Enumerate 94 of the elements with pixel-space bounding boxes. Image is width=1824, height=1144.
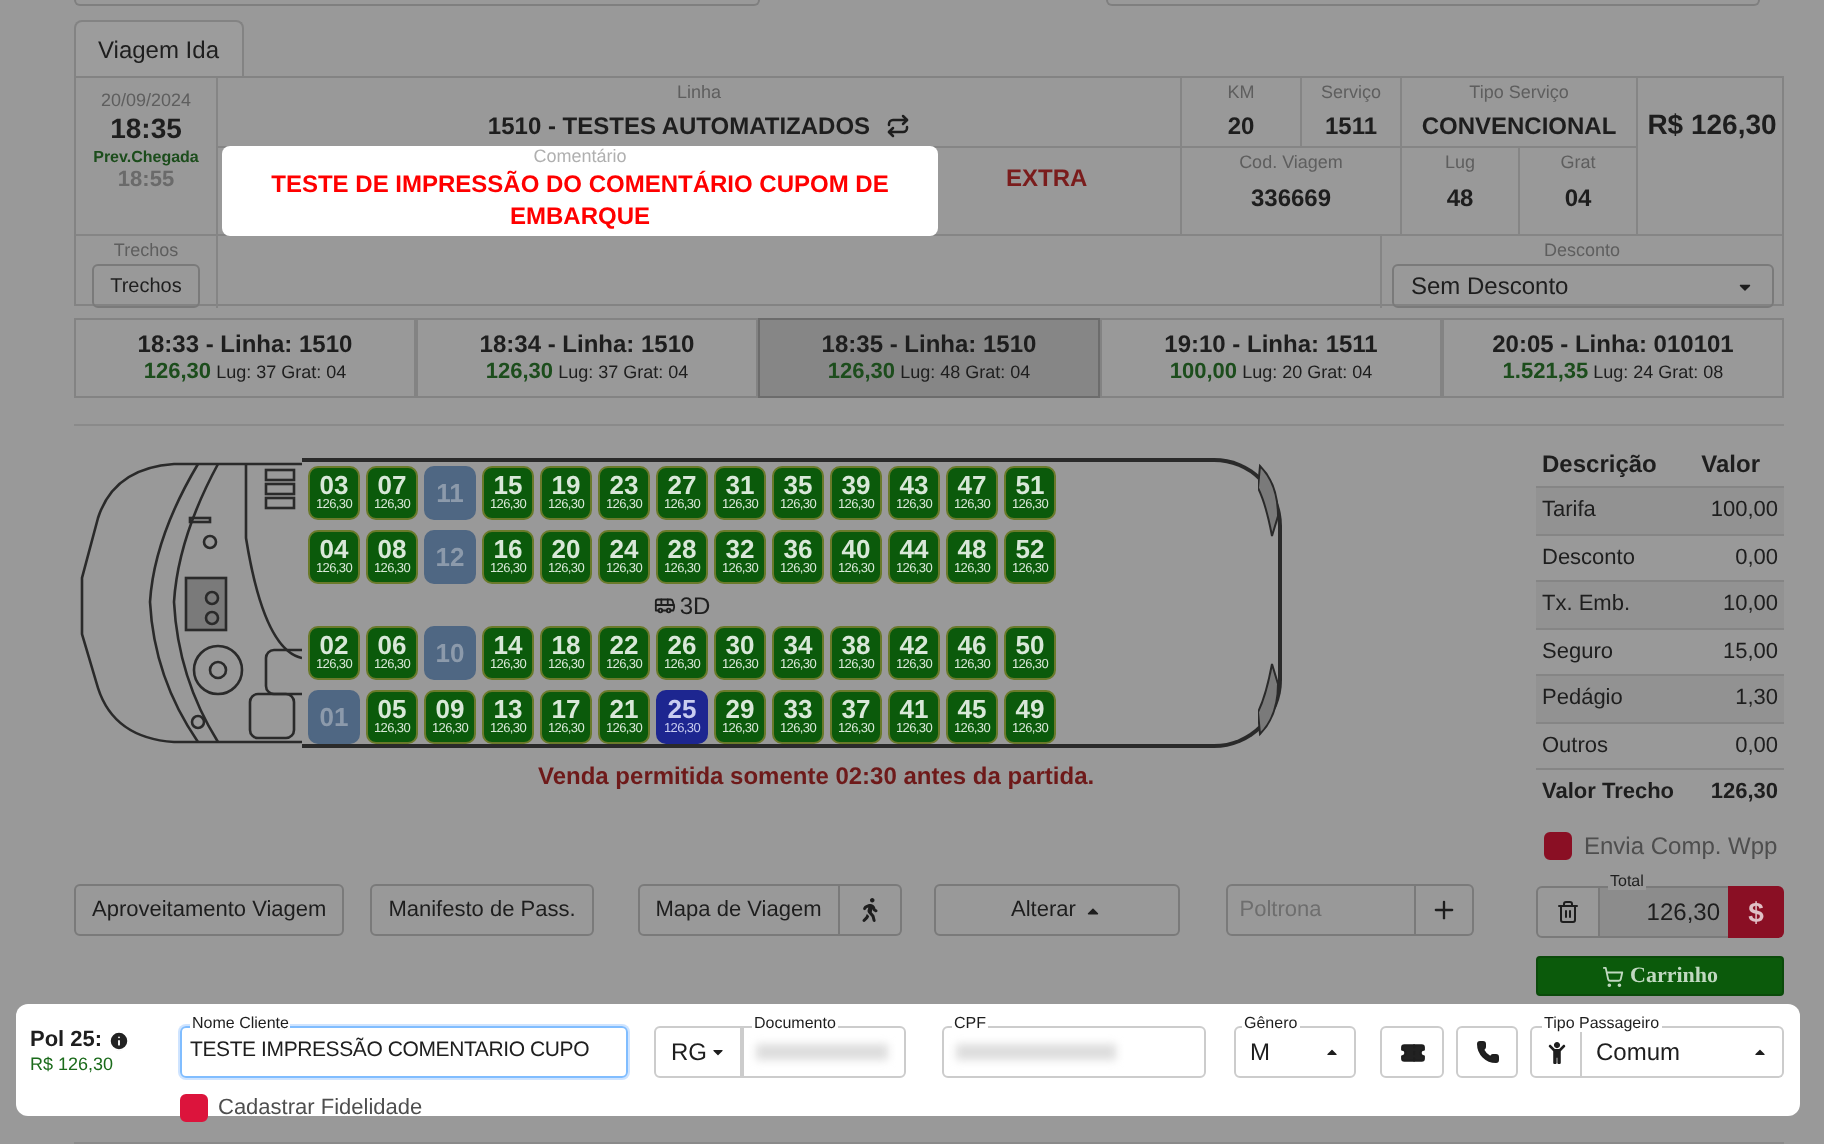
walking-person-icon: [857, 898, 882, 922]
name-field[interactable]: TESTE IMPRESSÃO COMENTARIO CUPO: [180, 1026, 628, 1078]
sale-notice: Venda permitida somente 02:30 antes da partida.: [538, 760, 1097, 794]
table-cell-text: 0,00: [1735, 731, 1780, 761]
gender-value: M: [1250, 1036, 1270, 1070]
delete-button[interactable]: [1536, 886, 1600, 938]
trip-code: 336669: [1250, 182, 1332, 216]
trip-price: R$ 126,30: [1647, 106, 1777, 144]
table-cell-text: 0,00: [1735, 543, 1780, 573]
column-header: Descrição: [1540, 448, 1659, 482]
arrival-label: Prev.Chegada: [93, 147, 199, 168]
field-label: Linha: [676, 84, 722, 102]
field-label: Grat: [1560, 154, 1596, 172]
caret-icon: [709, 1044, 725, 1060]
blurred-text: [756, 1044, 888, 1060]
checkbox-label: Cadastrar Fidelidade: [218, 1094, 423, 1124]
field-label: Documento: [752, 1016, 838, 1032]
service-type: CONVENCIONAL: [1421, 110, 1617, 144]
cart-button[interactable]: Carrinho: [1536, 956, 1784, 996]
table-cell-text: Tx. Emb.: [1540, 590, 1633, 620]
action-button[interactable]: Aproveitamento Viagem: [74, 884, 345, 936]
plus-icon: [1429, 896, 1458, 924]
phone-icon: [1475, 1040, 1499, 1064]
table-cell-text: Valor Trecho: [1540, 778, 1677, 809]
discount-select[interactable]: Sem Desconto: [1391, 264, 1773, 308]
comment-text: TESTE DE IMPRESSÃO DO COMENTÁRIO CUPOM DE EMBARQUE: [269, 168, 891, 232]
schedule-card[interactable]: 18:33 - Linha: 1510 126,30 Lug: 37 Grat: 04: [74, 318, 416, 398]
trechos-button[interactable]: Trechos: [92, 264, 200, 308]
child-icon: [1545, 1041, 1567, 1063]
add-button[interactable]: [1415, 884, 1474, 936]
trip-date: 20/09/2024: [100, 90, 192, 113]
ticket-icon-button[interactable]: [1380, 1026, 1444, 1078]
pay-button[interactable]: $: [1728, 886, 1784, 938]
schedule-card[interactable]: 19:10 - Linha: 1511 100,00 Lug: 20 Grat: 04: [1100, 318, 1442, 398]
table-cell-text: Desconto: [1540, 543, 1637, 573]
document-type-select[interactable]: RG: [654, 1026, 742, 1078]
field-label: Nome Cliente: [190, 1016, 291, 1032]
total-value: 126,30: [1646, 896, 1720, 930]
bus-icon: [653, 594, 676, 616]
seats-value: 48: [1446, 182, 1474, 216]
departure-time: 18:35: [110, 112, 182, 148]
deck-label: 3D: [679, 593, 711, 617]
km-value: 20: [1227, 110, 1255, 144]
checkbox-label: Envia Comp. Wpp: [1584, 830, 1778, 864]
field-label: KM: [1227, 84, 1255, 102]
column-header: Valor: [1701, 448, 1762, 482]
field-label: Cod. Viagem: [1239, 154, 1343, 172]
table-cell-text: 15,00: [1722, 637, 1780, 667]
caret-icon: [1752, 1044, 1768, 1060]
service-value: 1511: [1324, 110, 1378, 144]
tab[interactable]: Viagem Ida: [74, 20, 243, 76]
field-label: Gênero: [1242, 1016, 1300, 1032]
field-label: Tipo Passageiro: [1542, 1016, 1662, 1032]
line-name: 1510 - TESTES AUTOMATIZADOS: [487, 110, 871, 144]
swap-icon[interactable]: [886, 114, 911, 138]
field-label: Serviço: [1320, 84, 1381, 102]
checkbox[interactable]: [1544, 832, 1572, 860]
walker-icon-button[interactable]: [839, 884, 902, 936]
field-label: Trechos: [113, 242, 179, 260]
field-label: Total: [1608, 874, 1646, 890]
field-label: Lug: [1444, 154, 1476, 172]
schedule-card[interactable]: 18:34 - Linha: 1510 126,30 Lug: 37 Grat: 04: [416, 318, 758, 398]
action-button[interactable]: Manifesto de Pass.: [370, 884, 594, 936]
seat-price: R$ 126,30: [30, 1054, 116, 1077]
table-cell-text: Seguro: [1540, 637, 1615, 667]
phone-icon-button[interactable]: [1456, 1026, 1518, 1078]
travel-map-button[interactable]: Mapa de Viagem: [637, 884, 840, 936]
seat-number: Pol 25:: [30, 1027, 103, 1055]
table-cell-text: 10,00: [1722, 590, 1780, 620]
cpf-field[interactable]: [942, 1026, 1206, 1078]
table-cell-text: Pedágio: [1540, 684, 1625, 714]
checkbox[interactable]: [180, 1094, 208, 1123]
field-label: Tipo Serviço: [1469, 84, 1569, 102]
table-cell-text: 1,30: [1735, 684, 1780, 714]
trash-icon: [1556, 900, 1580, 924]
alterar-button[interactable]: Alterar: [933, 884, 1180, 936]
field-label: CPF: [952, 1016, 988, 1032]
table-cell-text: 126,30: [1710, 778, 1780, 809]
ticket-icon: [1399, 1039, 1425, 1065]
document-field[interactable]: [742, 1026, 906, 1078]
field-label: Comentário: [533, 148, 627, 166]
table-cell-text: Tarifa: [1540, 496, 1598, 526]
cart-icon: [1602, 965, 1624, 987]
passenger-type-value: Comum: [1596, 1036, 1681, 1070]
schedule-card[interactable]: 18:35 - Linha: 1510 126,30 Lug: 48 Grat: 04: [758, 318, 1100, 398]
extra-tag: EXTRA: [1006, 160, 1088, 196]
schedule-card[interactable]: 20:05 - Linha: 010101 1.521,35 Lug: 24 Grat: 08: [1442, 318, 1784, 398]
free-seats-value: 04: [1564, 182, 1592, 216]
table-cell-text: 100,00: [1710, 496, 1780, 526]
info-icon[interactable]: [108, 1029, 131, 1052]
field-label: Desconto: [1543, 242, 1621, 260]
table-cell-text: Outros: [1540, 731, 1611, 761]
caret-icon: [1324, 1044, 1340, 1060]
name-value: TESTE IMPRESSÃO COMENTARIO CUPO: [190, 1036, 590, 1067]
